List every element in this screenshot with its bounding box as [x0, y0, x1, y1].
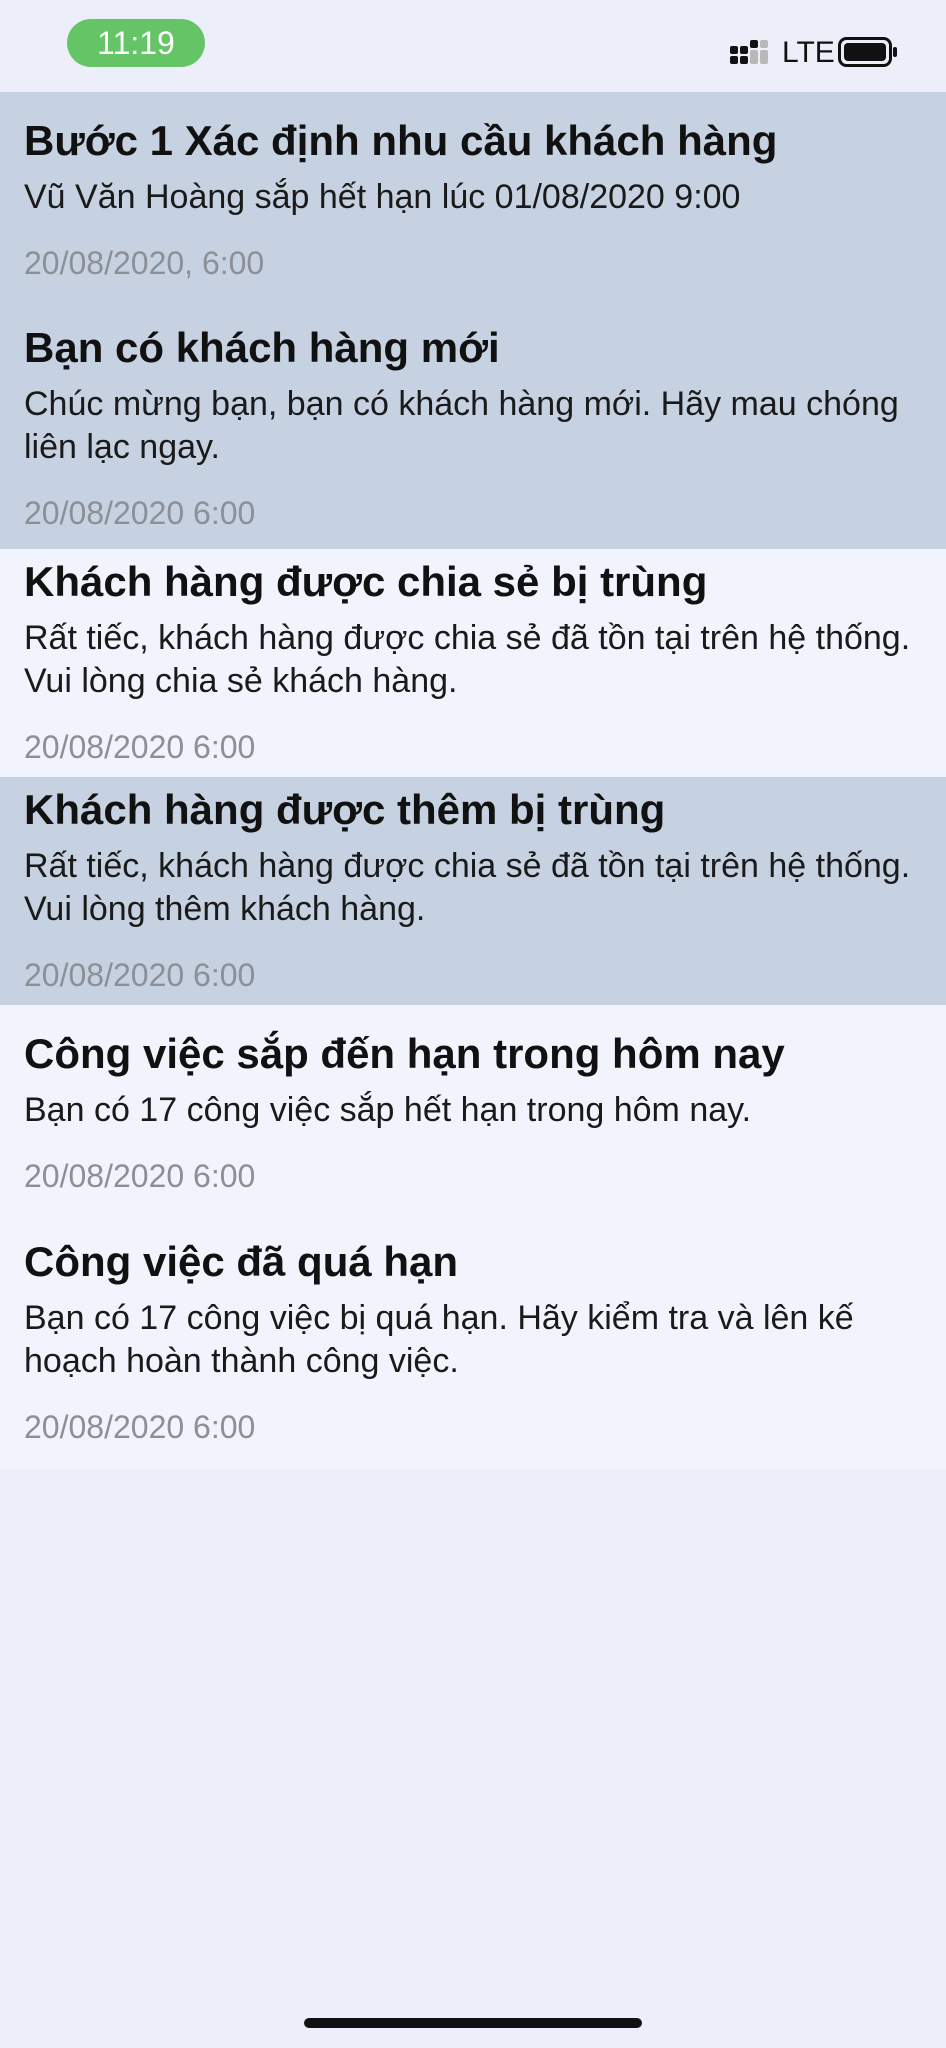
network-type-label: LTE — [782, 36, 835, 69]
notification-item[interactable]: Công việc sắp đến hạn trong hôm nay Bạn … — [0, 1005, 946, 1213]
notification-item[interactable]: Bạn có khách hàng mới Chúc mừng bạn, bạn… — [0, 299, 946, 549]
status-time[interactable]: 11:19 — [67, 19, 205, 67]
notification-item[interactable]: Công việc đã quá hạn Bạn có 17 công việc… — [0, 1213, 946, 1469]
notification-list: Bước 1 Xác định nhu cầu khách hàng Vũ Vă… — [0, 92, 946, 1469]
notification-body: Rất tiếc, khách hàng được chia sẻ đã tồn… — [24, 847, 911, 928]
notification-item[interactable]: Khách hàng được thêm bị trùng Rất tiếc, … — [0, 777, 946, 1005]
notification-item[interactable]: Bước 1 Xác định nhu cầu khách hàng Vũ Vă… — [0, 92, 946, 299]
notification-timestamp: 20/08/2020 6:00 — [24, 495, 256, 531]
notification-timestamp: 20/08/2020 6:00 — [24, 1158, 256, 1194]
status-bar: 11:19 LTE — [0, 0, 946, 92]
notification-item[interactable]: Khách hàng được chia sẻ bị trùng Rất tiế… — [0, 549, 946, 777]
notification-body: Bạn có 17 công việc bị quá hạn. Hãy kiểm… — [24, 1299, 854, 1380]
notification-title: Khách hàng được thêm bị trùng — [24, 786, 666, 833]
notification-body: Bạn có 17 công việc sắp hết hạn trong hô… — [24, 1091, 752, 1129]
notification-title: Bạn có khách hàng mới — [24, 324, 500, 371]
notification-timestamp: 20/08/2020 6:00 — [24, 729, 256, 765]
notification-timestamp: 20/08/2020, 6:00 — [24, 245, 265, 281]
notification-body: Vũ Văn Hoàng sắp hết hạn lúc 01/08/2020 … — [24, 178, 741, 216]
home-indicator[interactable] — [304, 2018, 642, 2028]
notification-title: Công việc đã quá hạn — [24, 1238, 459, 1285]
notification-title: Bước 1 Xác định nhu cầu khách hàng — [24, 117, 778, 164]
notification-body: Rất tiếc, khách hàng được chia sẻ đã tồn… — [24, 619, 911, 700]
signal-icon — [730, 40, 768, 64]
battery-icon — [838, 37, 897, 67]
notification-body: Chúc mừng bạn, bạn có khách hàng mới. Hã… — [24, 385, 899, 466]
notification-timestamp: 20/08/2020 6:00 — [24, 1409, 256, 1445]
notification-title: Công việc sắp đến hạn trong hôm nay — [24, 1030, 785, 1077]
notification-timestamp: 20/08/2020 6:00 — [24, 957, 256, 993]
notification-title: Khách hàng được chia sẻ bị trùng — [24, 558, 708, 605]
